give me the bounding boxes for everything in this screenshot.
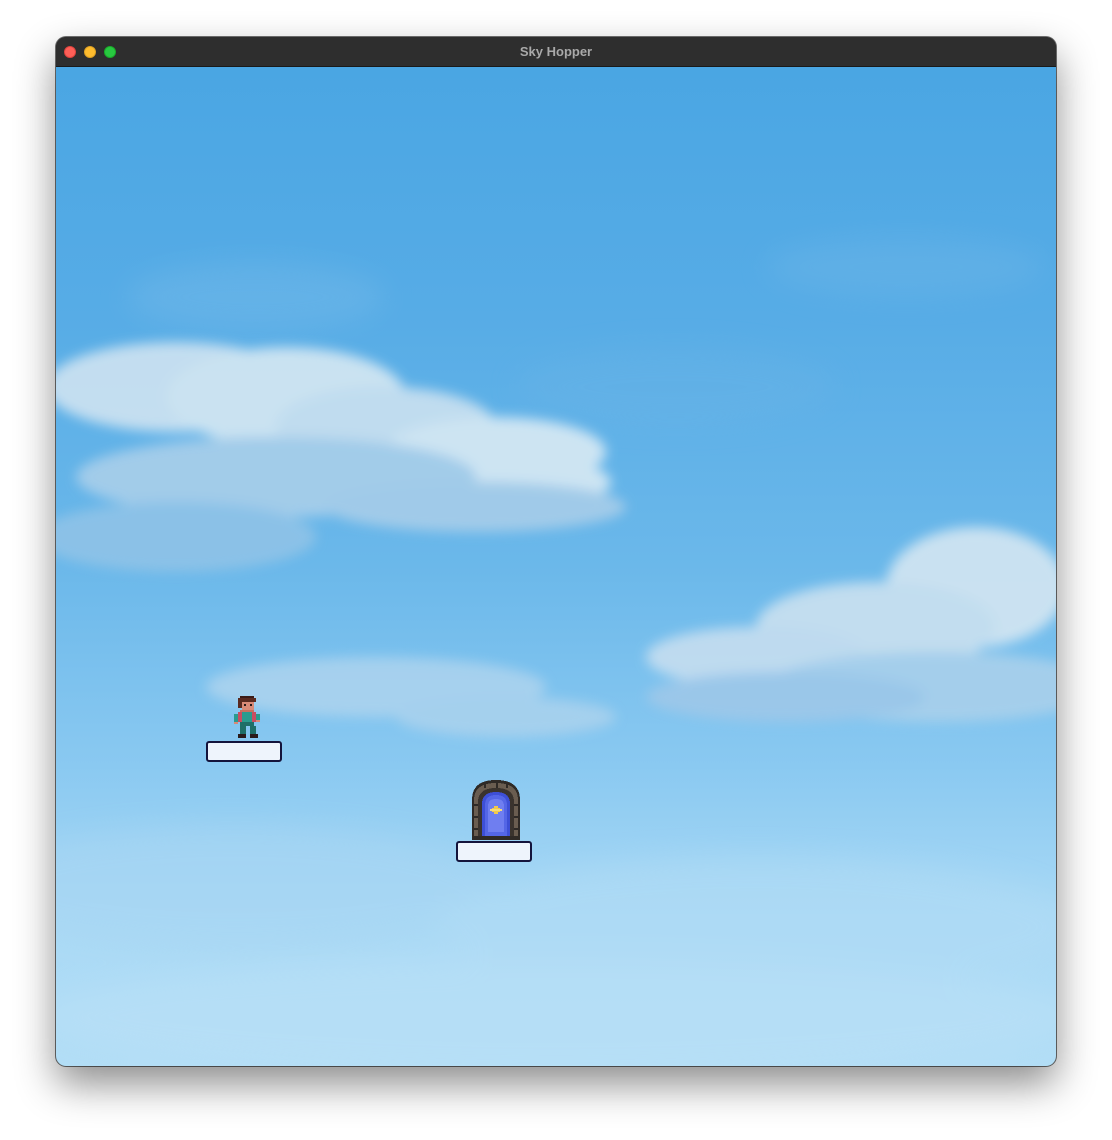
sky-background xyxy=(56,237,1056,1066)
player-character-icon xyxy=(234,696,260,738)
cloud-bottom xyxy=(56,827,1056,1066)
title-bar[interactable]: Sky Hopper xyxy=(56,37,1056,67)
app-window: Sky Hopper xyxy=(56,37,1056,1066)
window-title: Sky Hopper xyxy=(519,44,593,59)
game-canvas[interactable] xyxy=(56,67,1056,1066)
cloud-right xyxy=(646,527,1056,722)
cloud-lower xyxy=(206,657,616,737)
platform xyxy=(456,841,532,862)
portal-icon[interactable] xyxy=(464,776,528,840)
platform xyxy=(206,741,282,762)
